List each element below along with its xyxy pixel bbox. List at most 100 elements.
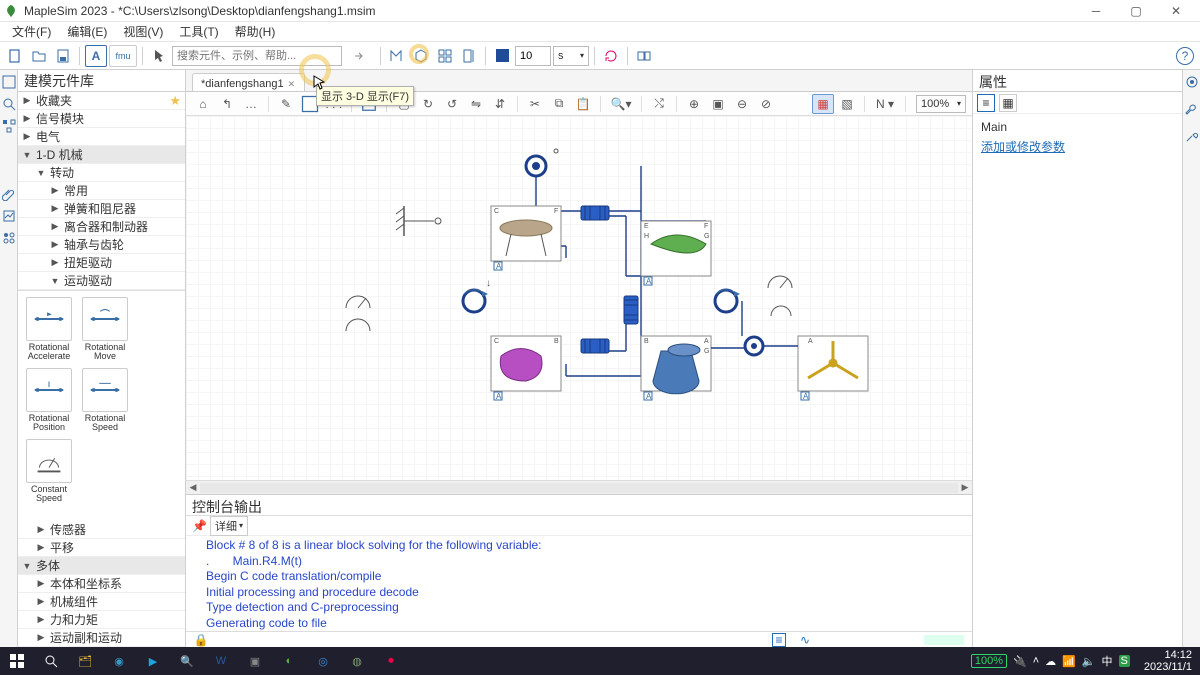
pointer-tool-button[interactable]	[148, 45, 170, 67]
taskbar-recorder-icon[interactable]: ⏺	[374, 647, 408, 675]
console-chart-icon[interactable]: ∿	[798, 633, 812, 647]
revolute-joint-right[interactable]	[745, 337, 763, 355]
window-minimize-button[interactable]: ─	[1076, 0, 1116, 22]
taskbar-app4-icon[interactable]: ◎	[306, 647, 340, 675]
tree-motion-aux[interactable]: ▶运动副和运动	[18, 629, 185, 647]
menu-edit[interactable]: 编辑(E)	[59, 21, 115, 42]
tree-body-frame[interactable]: ▶本体和坐标系	[18, 575, 185, 593]
console-output[interactable]: Block # 8 of 8 is a linear block solving…	[186, 536, 972, 631]
show-2d-button[interactable]	[386, 45, 408, 67]
tray-ime-icon[interactable]: 中	[1102, 653, 1113, 669]
sim-unit-select[interactable]: s▾	[553, 46, 589, 66]
console-pin-icon[interactable]: 📌	[192, 519, 206, 533]
taskbar-app1-icon[interactable]: ▶	[136, 647, 170, 675]
dock-search-icon[interactable]	[1, 96, 17, 112]
zoom-fit-button[interactable]: ▣	[707, 94, 729, 114]
tree-rot-motion[interactable]: ▼运动驱动	[18, 272, 185, 290]
palette-rot-pos[interactable]: Rotational Position	[24, 368, 74, 433]
window-maximize-button[interactable]: ▢	[1116, 0, 1156, 22]
search-next-button[interactable]	[347, 45, 369, 67]
show-results-button[interactable]	[458, 45, 480, 67]
dock-results-icon[interactable]	[1, 208, 17, 224]
taskbar-clock[interactable]: 14:12 2023/11/1	[1136, 649, 1200, 673]
cut-button[interactable]: ✂	[524, 94, 546, 114]
console-level-select[interactable]: 详细▾	[210, 516, 248, 536]
tree-sensors[interactable]: ▶传感器	[18, 521, 185, 539]
connection-style-button[interactable]: N ▾	[871, 94, 899, 114]
dock-hierarchy-icon[interactable]	[1, 118, 17, 134]
tree-favorites[interactable]: ▶收藏夹 ★	[18, 92, 185, 110]
taskbar-edge-icon[interactable]: ◉	[102, 647, 136, 675]
rotate-cw-button[interactable]: ↻	[417, 94, 439, 114]
speed-sensor-left[interactable]: ↓	[463, 278, 491, 312]
tree-signal[interactable]: ▶信号模块	[18, 110, 185, 128]
flip-v-button[interactable]: ⇵	[489, 94, 511, 114]
window-close-button[interactable]: ✕	[1156, 0, 1196, 22]
edit-parameters-link[interactable]: 添加或修改参数	[981, 138, 1174, 155]
open-file-button[interactable]	[28, 45, 50, 67]
console-log-icon[interactable]: ≡	[772, 633, 786, 647]
flip-h-button[interactable]: ⇋	[465, 94, 487, 114]
tree-mech1d[interactable]: ▼1-D 机械	[18, 146, 185, 164]
tree-rot-torque[interactable]: ▶扭矩驱动	[18, 254, 185, 272]
new-file-button[interactable]	[4, 45, 26, 67]
menu-file[interactable]: 文件(F)	[4, 21, 59, 42]
zoom-out-button[interactable]: ⊖	[731, 94, 753, 114]
fmu-export-button[interactable]: fmu	[109, 45, 137, 67]
tray-wifi-icon[interactable]: 📶	[1062, 655, 1076, 668]
show-3d-button[interactable]	[410, 45, 432, 67]
tab-close-icon[interactable]: ✕	[288, 79, 298, 89]
start-button[interactable]	[0, 647, 34, 675]
taskbar-explorer-icon[interactable]: 🗂	[68, 647, 102, 675]
system-tray[interactable]: 100% 🔌 ˄ ☁ 📶 🔈 中 S	[965, 653, 1136, 669]
tray-volume-icon[interactable]: 🔈	[1082, 655, 1096, 668]
fixed-ground-icon[interactable]	[396, 206, 441, 236]
taskbar-search-icon[interactable]	[34, 647, 68, 675]
paste-button[interactable]: 📋	[572, 94, 594, 114]
tree-multibody[interactable]: ▼多体	[18, 557, 185, 575]
lock-icon[interactable]: 🔒	[194, 633, 208, 647]
palette-rot-accel[interactable]: Rotational Accelerate	[24, 297, 74, 362]
prop-view-grid-button[interactable]: ▦	[999, 94, 1017, 112]
model-canvas[interactable]: ↓	[186, 116, 972, 480]
menu-view[interactable]: 视图(V)	[115, 21, 171, 42]
dock-library-icon[interactable]	[1, 74, 17, 90]
taskbar-maplesim-icon[interactable]: ◍	[340, 647, 374, 675]
tree-rot-spring[interactable]: ▶弹簧和阻尼器	[18, 200, 185, 218]
snap-mode-1-button[interactable]: ▦	[812, 94, 834, 114]
sim-time-input[interactable]	[515, 46, 551, 66]
angle-sensor-2[interactable]	[346, 319, 370, 331]
tree-rot-clutch[interactable]: ▶离合器和制动器	[18, 218, 185, 236]
drawing-tool-button[interactable]: ✎	[275, 94, 297, 114]
tray-onedrive-icon[interactable]: ☁	[1045, 655, 1056, 668]
tree-translation[interactable]: ▶平移	[18, 539, 185, 557]
taskbar-app3-icon[interactable]: ◐	[272, 647, 306, 675]
zoom-in-button[interactable]: ⊕	[683, 94, 705, 114]
tree-mech-comp[interactable]: ▶机械组件	[18, 593, 185, 611]
tray-up-icon[interactable]: ˄	[1033, 655, 1039, 667]
stop-simulation-button[interactable]	[491, 45, 513, 67]
prop-view-list-button[interactable]: ≡	[977, 94, 995, 112]
shuffle-button[interactable]: ⤭	[648, 94, 670, 114]
refresh-button[interactable]	[600, 45, 622, 67]
palette-const-speed[interactable]: Constant Speed	[24, 439, 74, 504]
save-file-button[interactable]	[52, 45, 74, 67]
scroll-right-icon[interactable]: ▶	[958, 481, 972, 495]
menu-tools[interactable]: 工具(T)	[171, 21, 226, 42]
tray-sogou-icon[interactable]: S	[1119, 655, 1130, 667]
tree-force-torque[interactable]: ▶力和力矩	[18, 611, 185, 629]
tree-rotation[interactable]: ▼转动	[18, 164, 185, 182]
angle-sensor-3[interactable]	[768, 276, 792, 288]
wrench-icon[interactable]	[1184, 101, 1200, 120]
palette-rot-move[interactable]: Rotational Move	[80, 297, 130, 362]
palette-rot-speed[interactable]: Rotational Speed	[80, 368, 130, 433]
taskbar-app2-icon[interactable]: ▣	[238, 647, 272, 675]
dock-apps-icon[interactable]	[1, 230, 17, 246]
taskbar-everything-icon[interactable]: 🔍	[170, 647, 204, 675]
zoom-disable-button[interactable]: ⊘	[755, 94, 777, 114]
help-button[interactable]: ?	[1176, 47, 1194, 65]
dock-attach-icon[interactable]	[1, 186, 17, 202]
menu-help[interactable]: 帮助(H)	[227, 21, 284, 42]
taskbar-word-icon[interactable]: W	[204, 647, 238, 675]
diagnostics-button[interactable]	[633, 45, 655, 67]
